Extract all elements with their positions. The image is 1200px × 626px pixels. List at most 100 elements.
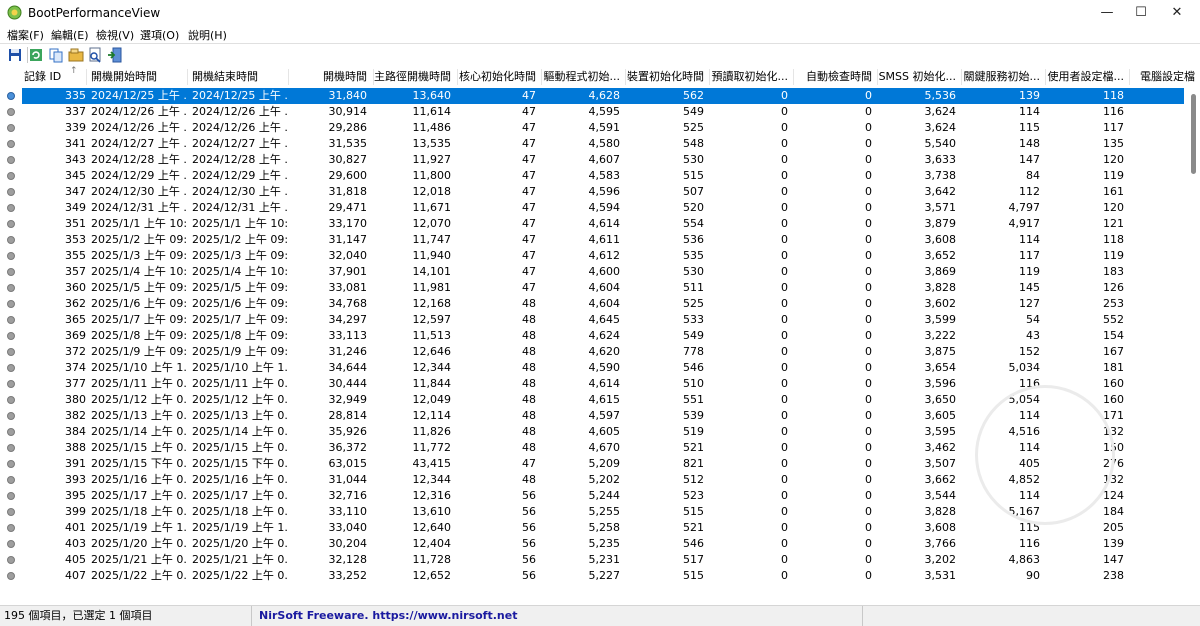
cell-prefetch-init-time: 0	[781, 345, 788, 358]
html-report-icon[interactable]	[87, 47, 103, 63]
cell-prefetch-init-time: 0	[781, 313, 788, 326]
cell-user-profile-time: 154	[1103, 329, 1124, 342]
cell-record-id: 335	[65, 89, 86, 102]
column-header-driver-init-time[interactable]: 驅動程式初始...	[542, 66, 621, 88]
record-status-icon	[7, 124, 15, 132]
cell-boot-time: 31,818	[328, 185, 368, 198]
cell-smss-init-time: 3,624	[924, 105, 957, 118]
column-header-boot-time[interactable]: 開機時間	[292, 66, 367, 88]
record-status-icon	[7, 108, 15, 116]
properties-icon[interactable]	[68, 47, 84, 63]
cell-autocheck-time: 0	[865, 201, 872, 214]
copy-icon[interactable]	[48, 47, 64, 63]
table-row[interactable]: 335 2024/12/25 上午 ... 2024/12/25 上午 ... 31,…	[0, 88, 1188, 104]
menu-file[interactable]: 檔案(F)	[7, 27, 44, 43]
cell-record-id: 347	[65, 185, 86, 198]
cell-autocheck-time: 0	[865, 217, 872, 230]
cell-record-id: 403	[65, 537, 86, 550]
cell-boot-end-time: 2025/1/11 上午 0...	[192, 377, 288, 390]
table-row[interactable]: 353 2025/1/2 上午 09:... 2025/1/2 上午 09:... 3…	[0, 232, 1188, 248]
table-row[interactable]: 345 2024/12/29 上午 ... 2024/12/29 上午 ... 29,…	[0, 168, 1188, 184]
cell-prefetch-init-time: 0	[781, 169, 788, 182]
cell-record-id: 341	[65, 137, 86, 150]
column-header-user-profile-time[interactable]: 使用者設定檔...	[1046, 66, 1125, 88]
column-header-critical-services-init-time[interactable]: 關鍵服務初始...	[962, 66, 1041, 88]
table-row[interactable]: 405 2025/1/21 上午 0... 2025/1/21 上午 0... 32,…	[0, 552, 1188, 568]
table-row[interactable]: 374 2025/1/10 上午 1... 2025/1/10 上午 1... 34,…	[0, 360, 1188, 376]
table-row[interactable]: 401 2025/1/19 上午 1... 2025/1/19 上午 1... 33,…	[0, 520, 1188, 536]
cell-boot-end-time: 2024/12/29 上午 ...	[192, 169, 288, 182]
table-row[interactable]: 349 2024/12/31 上午 ... 2024/12/31 上午 ... 29,…	[0, 200, 1188, 216]
table-row[interactable]: 360 2025/1/5 上午 09:... 2025/1/5 上午 09:... 3…	[0, 280, 1188, 296]
record-status-icon	[7, 556, 15, 564]
cell-user-profile-time: 181	[1103, 361, 1124, 374]
column-header-prefetch-init-time[interactable]: 預讀取初始化...	[710, 66, 789, 88]
cell-record-id: 360	[65, 281, 86, 294]
cell-autocheck-time: 0	[865, 361, 872, 374]
status-nirsoft-link[interactable]: NirSoft Freeware. https://www.nirsoft.ne…	[255, 606, 863, 626]
column-header-kernel-init-time[interactable]: 核心初始化時間	[458, 66, 536, 88]
save-icon[interactable]	[7, 47, 23, 63]
table-row[interactable]: 372 2025/1/9 上午 09:... 2025/1/9 上午 09:... 3…	[0, 344, 1188, 360]
cell-boot-time: 33,110	[328, 505, 368, 518]
table-row[interactable]: 369 2025/1/8 上午 09:... 2025/1/8 上午 09:... 3…	[0, 328, 1188, 344]
cell-boot-start-time: 2025/1/18 上午 0...	[91, 505, 187, 518]
refresh-icon[interactable]	[28, 47, 44, 63]
cell-critical-services-init-time: 114	[1019, 233, 1040, 246]
cell-device-init-time: 515	[683, 505, 704, 518]
table-row[interactable]: 337 2024/12/26 上午 ... 2024/12/26 上午 ... 30,…	[0, 104, 1188, 120]
cell-boot-start-time: 2025/1/16 上午 0...	[91, 473, 187, 486]
cell-boot-end-time: 2025/1/7 上午 09:...	[192, 313, 288, 326]
column-header-machine-profile-time[interactable]: 電腦設定檔	[1140, 66, 1200, 88]
table-row[interactable]: 351 2025/1/1 上午 10:... 2025/1/1 上午 10:... 3…	[0, 216, 1188, 232]
table-row[interactable]: 407 2025/1/22 上午 0... 2025/1/22 上午 0... 33,…	[0, 568, 1188, 584]
table-row[interactable]: 377 2025/1/11 上午 0... 2025/1/11 上午 0... 30,…	[0, 376, 1188, 392]
boot-records-list[interactable]: 記錄 ID ↑ 開機開始時間 開機結束時間 開機時間 主路徑開機時間 核心初始化…	[0, 66, 1200, 604]
cell-record-id: 377	[65, 377, 86, 390]
table-row[interactable]: 343 2024/12/28 上午 ... 2024/12/28 上午 ... 30,…	[0, 152, 1188, 168]
cell-boot-start-time: 2025/1/1 上午 10:...	[91, 217, 187, 230]
cell-boot-time: 29,600	[328, 169, 368, 182]
table-row[interactable]: 403 2025/1/20 上午 0... 2025/1/20 上午 0... 30,…	[0, 536, 1188, 552]
column-header-boot-start-time[interactable]: 開機開始時間	[91, 66, 187, 88]
table-row[interactable]: 355 2025/1/3 上午 09:... 2025/1/3 上午 09:... 3…	[0, 248, 1188, 264]
exit-icon[interactable]	[107, 47, 123, 63]
cell-user-profile-time: 120	[1103, 201, 1124, 214]
scrollbar-thumb[interactable]	[1191, 94, 1196, 174]
column-header-autocheck-time[interactable]: 自動檢查時間	[794, 66, 872, 88]
cell-driver-init-time: 5,227	[588, 569, 621, 582]
cell-critical-services-init-time: 115	[1019, 121, 1040, 134]
cell-boot-end-time: 2025/1/17 上午 0...	[192, 489, 288, 502]
cell-boot-end-time: 2024/12/25 上午 ...	[192, 89, 288, 102]
cell-record-id: 382	[65, 409, 86, 422]
column-header-main-path-boot-time[interactable]: 主路徑開機時間	[374, 66, 451, 88]
cell-prefetch-init-time: 0	[781, 201, 788, 214]
table-row[interactable]: 362 2025/1/6 上午 09:... 2025/1/6 上午 09:... 3…	[0, 296, 1188, 312]
column-header-smss-init-time[interactable]: SMSS 初始化...	[878, 66, 956, 88]
table-row[interactable]: 365 2025/1/7 上午 09:... 2025/1/7 上午 09:... 3…	[0, 312, 1188, 328]
record-status-icon	[7, 524, 15, 532]
column-header-device-init-time[interactable]: 裝置初始化時間	[626, 66, 704, 88]
cell-autocheck-time: 0	[865, 329, 872, 342]
cell-critical-services-init-time: 5,034	[1008, 361, 1041, 374]
cell-smss-init-time: 3,531	[924, 569, 957, 582]
cell-autocheck-time: 0	[865, 105, 872, 118]
menu-help[interactable]: 說明(H)	[188, 27, 227, 43]
vertical-scrollbar[interactable]	[1188, 88, 1200, 604]
menu-options[interactable]: 選項(O)	[140, 27, 179, 43]
cell-device-init-time: 530	[683, 153, 704, 166]
cell-prefetch-init-time: 0	[781, 425, 788, 438]
table-row[interactable]: 357 2025/1/4 上午 10:... 2025/1/4 上午 10:... 3…	[0, 264, 1188, 280]
cell-critical-services-init-time: 117	[1019, 249, 1040, 262]
cell-prefetch-init-time: 0	[781, 457, 788, 470]
menu-view[interactable]: 檢視(V)	[96, 27, 134, 43]
column-header-boot-end-time[interactable]: 開機結束時間	[192, 66, 288, 88]
cell-kernel-init-time: 47	[522, 265, 536, 278]
menu-edit[interactable]: 編輯(E)	[51, 27, 89, 43]
cell-device-init-time: 525	[683, 121, 704, 134]
table-row[interactable]: 347 2024/12/30 上午 ... 2024/12/30 上午 ... 31,…	[0, 184, 1188, 200]
close-button[interactable]: ✕	[1154, 0, 1200, 26]
table-row[interactable]: 341 2024/12/27 上午 ... 2024/12/27 上午 ... 31,…	[0, 136, 1188, 152]
record-status-icon	[7, 492, 15, 500]
table-row[interactable]: 339 2024/12/26 上午 ... 2024/12/26 上午 ... 29,…	[0, 120, 1188, 136]
